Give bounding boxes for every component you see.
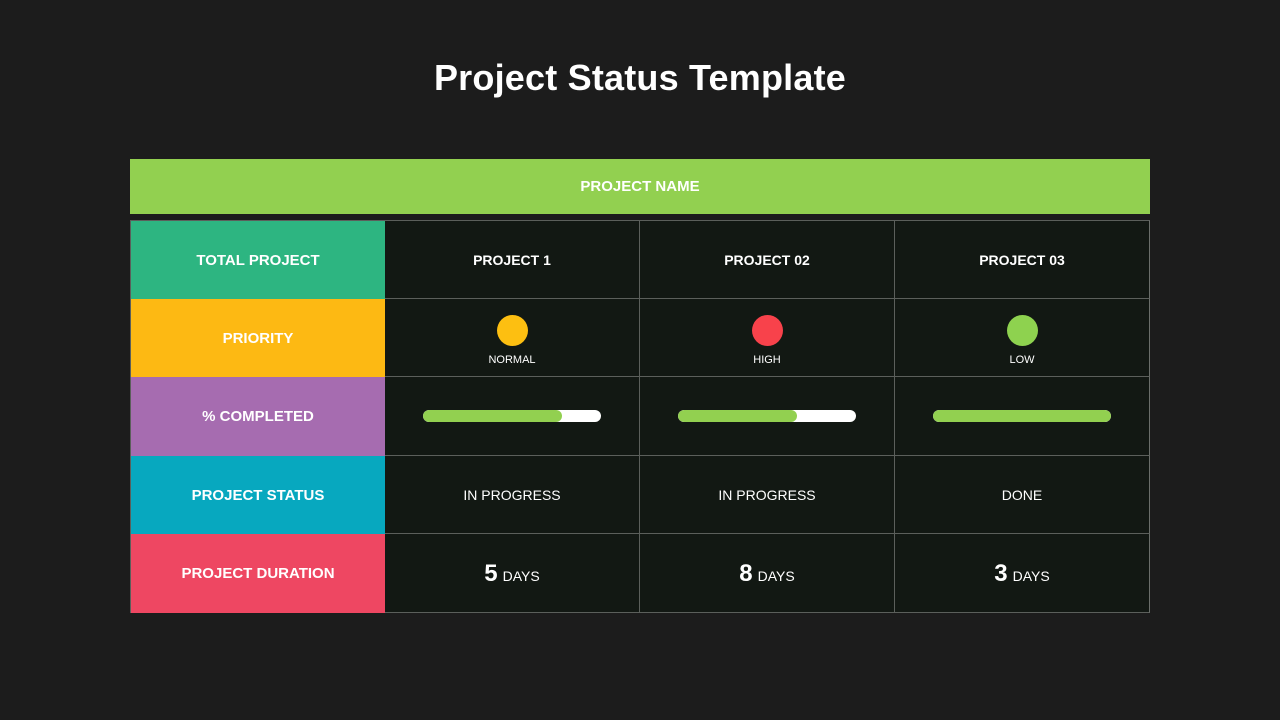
duration: 3 DAYS <box>994 560 1049 588</box>
project-2-progress-cell <box>640 377 895 456</box>
status-text: IN PROGRESS <box>463 486 561 503</box>
duration-unit: DAYS <box>1012 568 1050 584</box>
project-1-status-cell: IN PROGRESS <box>385 456 640 534</box>
priority-dot-icon <box>751 315 783 346</box>
status-text: IN PROGRESS <box>718 486 816 503</box>
status-table: TOTAL PROJECT PROJECT 1 PROJECT 02 PROJE… <box>130 220 1150 613</box>
progress-fill <box>423 410 562 422</box>
project-2-name-cell: PROJECT 02 <box>640 220 895 299</box>
duration-unit: DAYS <box>502 568 540 584</box>
project-2-priority-cell: HIGH <box>640 299 895 377</box>
row-label-project-duration: PROJECT DURATION <box>130 534 385 613</box>
duration-unit: DAYS <box>757 568 795 584</box>
project-1-name-cell: PROJECT 1 <box>385 220 640 299</box>
project-name: PROJECT 1 <box>473 251 551 268</box>
duration-value: 8 <box>739 560 753 587</box>
project-2-duration-cell: 8 DAYS <box>640 534 895 613</box>
project-1-duration-cell: 5 DAYS <box>385 534 640 613</box>
page-title: Project Status Template <box>433 57 847 98</box>
header-bar-project-name: PROJECT NAME <box>130 159 1150 214</box>
priority-dot-icon <box>496 315 528 346</box>
project-3-status-cell: DONE <box>895 456 1150 534</box>
priority-label: HIGH <box>753 354 781 366</box>
progress-bar <box>678 410 856 422</box>
progress-fill <box>933 410 1111 422</box>
row-label-priority: PRIORITY <box>130 299 385 377</box>
duration-value: 3 <box>994 560 1008 587</box>
row-label-completed: % COMPLETED <box>130 377 385 456</box>
priority-label: NORMAL <box>488 354 536 366</box>
project-3-name-cell: PROJECT 03 <box>895 220 1150 299</box>
progress-bar <box>423 410 601 422</box>
row-label-total-project: TOTAL PROJECT <box>130 220 385 299</box>
project-2-status-cell: IN PROGRESS <box>640 456 895 534</box>
duration-value: 5 <box>484 560 498 587</box>
status-text: DONE <box>1001 486 1043 503</box>
duration: 5 DAYS <box>484 560 539 588</box>
progress-bar <box>933 410 1111 422</box>
project-1-progress-cell <box>385 377 640 456</box>
project-1-priority-cell: NORMAL <box>385 299 640 377</box>
project-name: PROJECT 03 <box>979 251 1065 268</box>
progress-fill <box>678 410 798 422</box>
row-label-project-status: PROJECT STATUS <box>130 456 385 534</box>
duration: 8 DAYS <box>739 560 794 588</box>
project-3-duration-cell: 3 DAYS <box>895 534 1150 613</box>
project-3-priority-cell: LOW <box>895 299 1150 377</box>
priority-label: LOW <box>1009 354 1035 366</box>
priority-dot-icon <box>1006 315 1038 346</box>
header-label: PROJECT NAME <box>580 178 700 195</box>
project-name: PROJECT 02 <box>724 251 810 268</box>
project-3-progress-cell <box>895 377 1150 456</box>
